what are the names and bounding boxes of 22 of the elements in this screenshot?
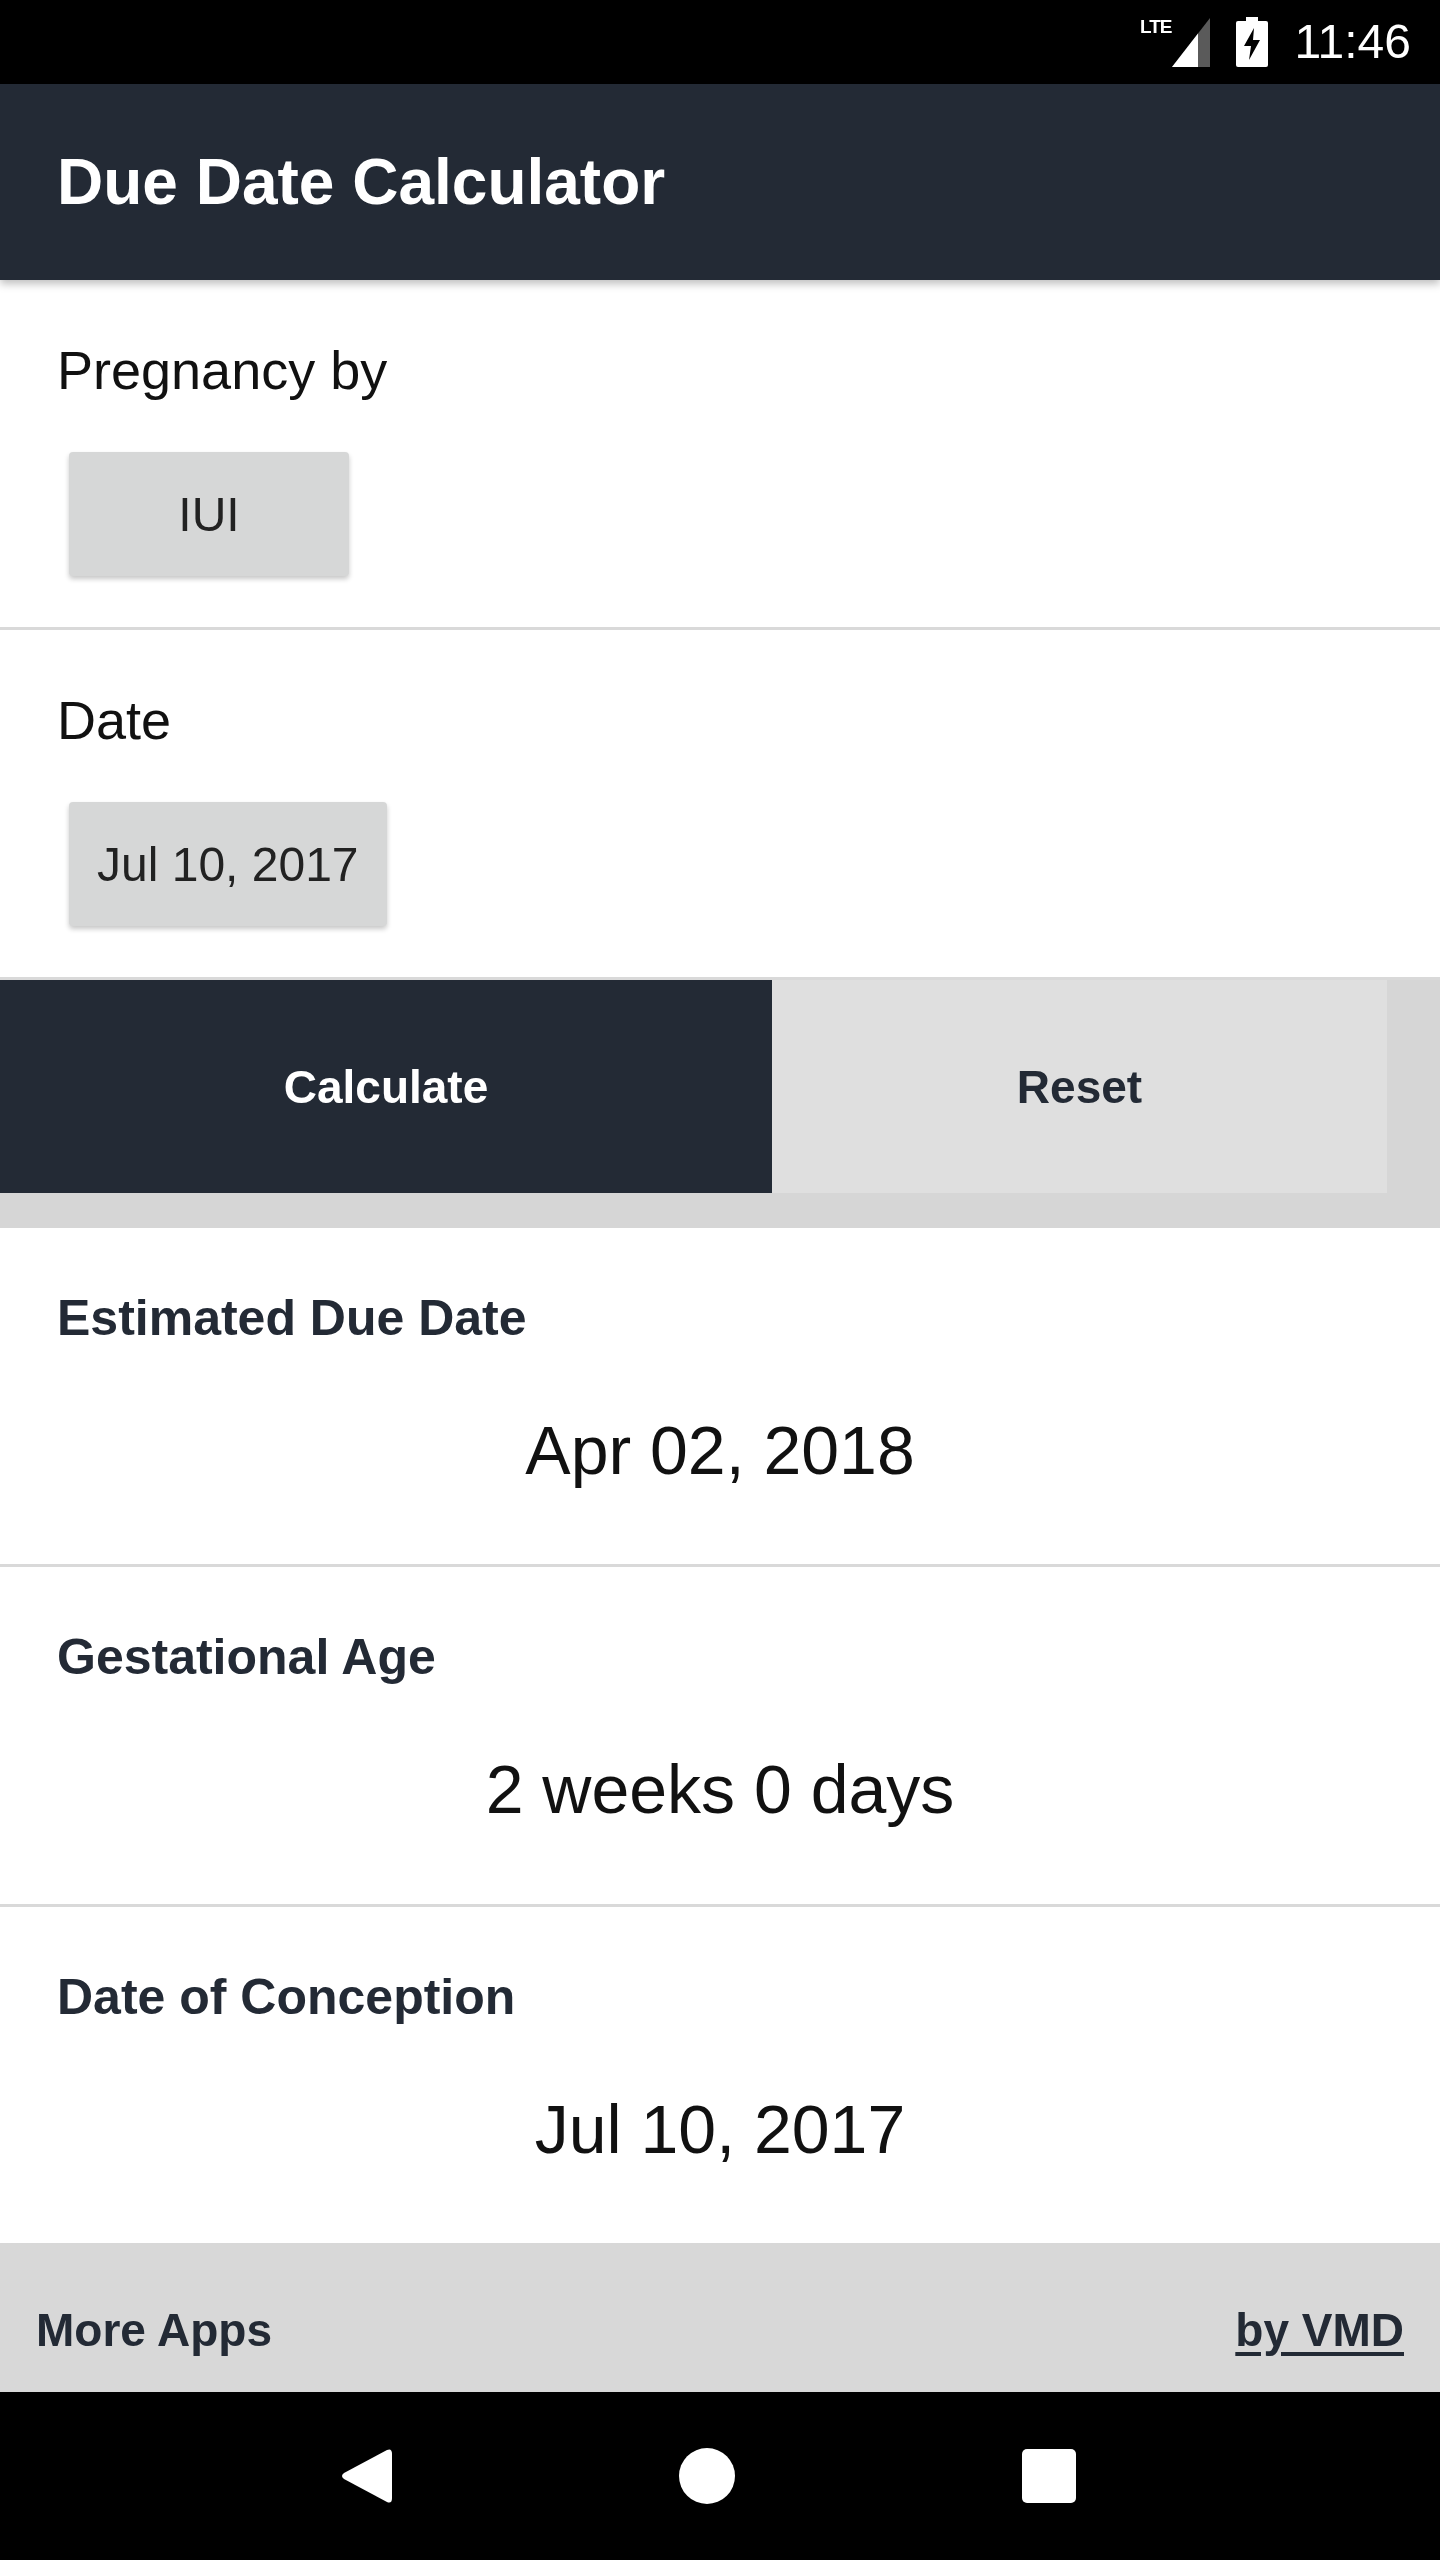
result-value: Apr 02, 2018 <box>525 1411 915 1490</box>
field-label: Pregnancy by <box>57 339 388 402</box>
field-label: Date <box>57 689 172 752</box>
picker-button[interactable]: Jul 10, 2017 <box>69 802 387 926</box>
result-value: 2 weeks 0 days <box>485 1750 955 1830</box>
result-label: Date of Conception <box>57 1967 516 2027</box>
recents-icon[interactable] <box>1022 2449 1077 2503</box>
app-title: Due Date Calculator <box>57 144 666 220</box>
network-type-label: LTE <box>1139 17 1172 36</box>
reset-button[interactable]: Reset <box>772 980 1387 1193</box>
status-time: 11:46 <box>1294 18 1411 66</box>
signal-icon <box>1172 17 1211 67</box>
picker-button[interactable]: IUI <box>69 452 349 576</box>
calculate-button[interactable]: Calculate <box>0 980 772 1193</box>
result-label: Estimated Due Date <box>57 1289 527 1348</box>
more-apps-link[interactable]: More Apps <box>36 2302 272 2357</box>
result-label: Gestational Age <box>57 1628 436 1688</box>
home-icon[interactable] <box>679 2448 735 2504</box>
battery-charging-icon <box>1236 17 1269 67</box>
developer-link[interactable]: by VMD <box>1235 2302 1404 2357</box>
back-icon[interactable] <box>339 2448 392 2504</box>
result-value: Jul 10, 2017 <box>534 2089 906 2169</box>
